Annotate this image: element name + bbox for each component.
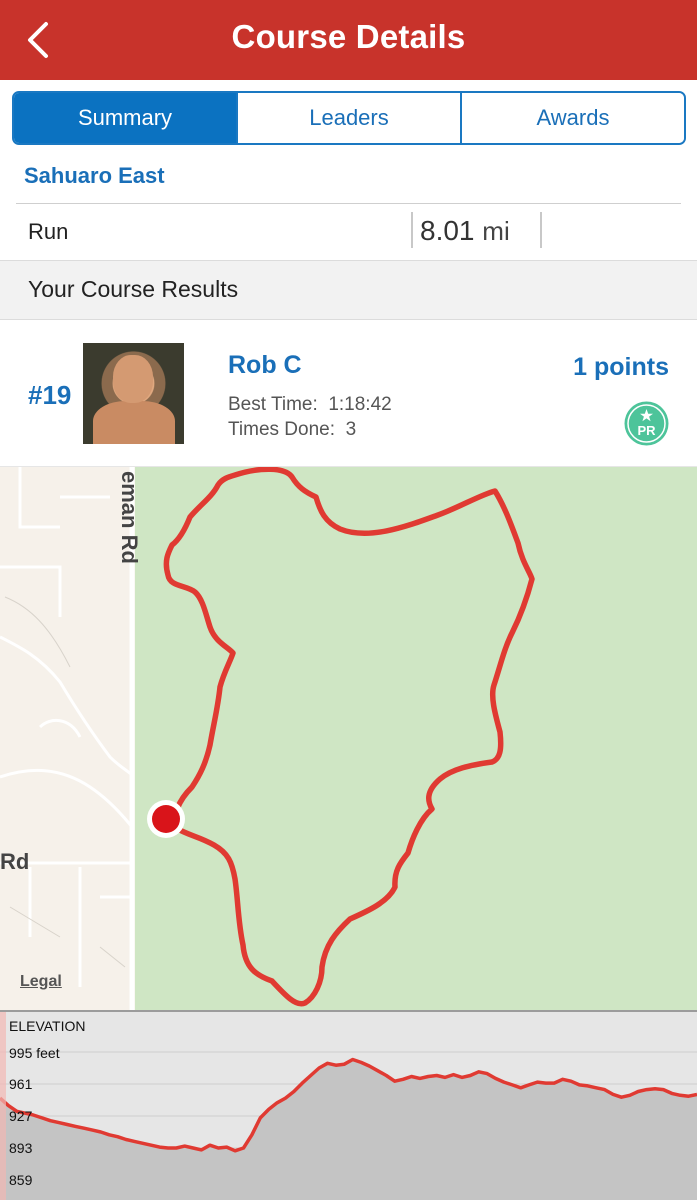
best-time-value: 1:18:42: [328, 394, 392, 415]
avatar[interactable]: [83, 343, 184, 444]
course-map[interactable]: eman Rd Rd Legal: [0, 466, 697, 1010]
road-label: Rd: [0, 849, 30, 874]
elevation-area: [0, 1059, 697, 1200]
start-marker-icon[interactable]: [145, 798, 187, 840]
app-header: Course Details: [0, 0, 697, 80]
elevation-title: ELEVATION: [9, 1018, 86, 1034]
segmented-tabs: Summary Leaders Awards: [12, 91, 686, 145]
distance-unit: mi: [482, 216, 510, 246]
rank-label: #19: [28, 380, 72, 410]
divider: [16, 203, 681, 204]
divider: [540, 212, 542, 248]
course-name: Sahuaro East: [24, 163, 165, 188]
points-label: 1 points: [573, 353, 669, 381]
course-distance: 8.01 mi: [420, 215, 510, 247]
tab-awards[interactable]: Awards: [460, 93, 684, 143]
elevation-tick: 961: [9, 1076, 33, 1092]
times-done: Times Done: 3: [228, 419, 356, 441]
map-streets: [0, 467, 535, 1010]
elevation-tick: 893: [9, 1140, 33, 1156]
page-title: Course Details: [231, 18, 466, 55]
user-name[interactable]: Rob C: [228, 351, 302, 380]
times-done-value: 3: [345, 419, 357, 440]
pr-badge-text: PR: [637, 423, 656, 438]
elevation-tick: 859: [9, 1172, 33, 1188]
elevation-max-label: 995 feet: [9, 1045, 60, 1061]
tab-summary[interactable]: Summary: [14, 93, 236, 143]
results-heading: Your Course Results: [28, 276, 239, 302]
best-time-label: Best Time:: [228, 394, 318, 415]
activity-type: Run: [28, 219, 69, 244]
distance-value: 8.01: [420, 215, 475, 246]
elevation-plot: [0, 1012, 697, 1200]
section-header: Your Course Results: [0, 260, 697, 320]
times-done-label: Times Done:: [228, 419, 335, 440]
pr-badge-icon: PR: [624, 401, 669, 446]
elevation-tick: 927: [9, 1108, 33, 1124]
elevation-chart: ELEVATION 995 feet 961 927 893 859: [0, 1010, 697, 1200]
legal-link[interactable]: Legal: [20, 973, 62, 991]
tab-leaders[interactable]: Leaders: [236, 93, 460, 143]
divider: [411, 212, 413, 248]
road-label: eman Rd: [117, 471, 142, 564]
best-time: Best Time: 1:18:42: [228, 394, 392, 416]
